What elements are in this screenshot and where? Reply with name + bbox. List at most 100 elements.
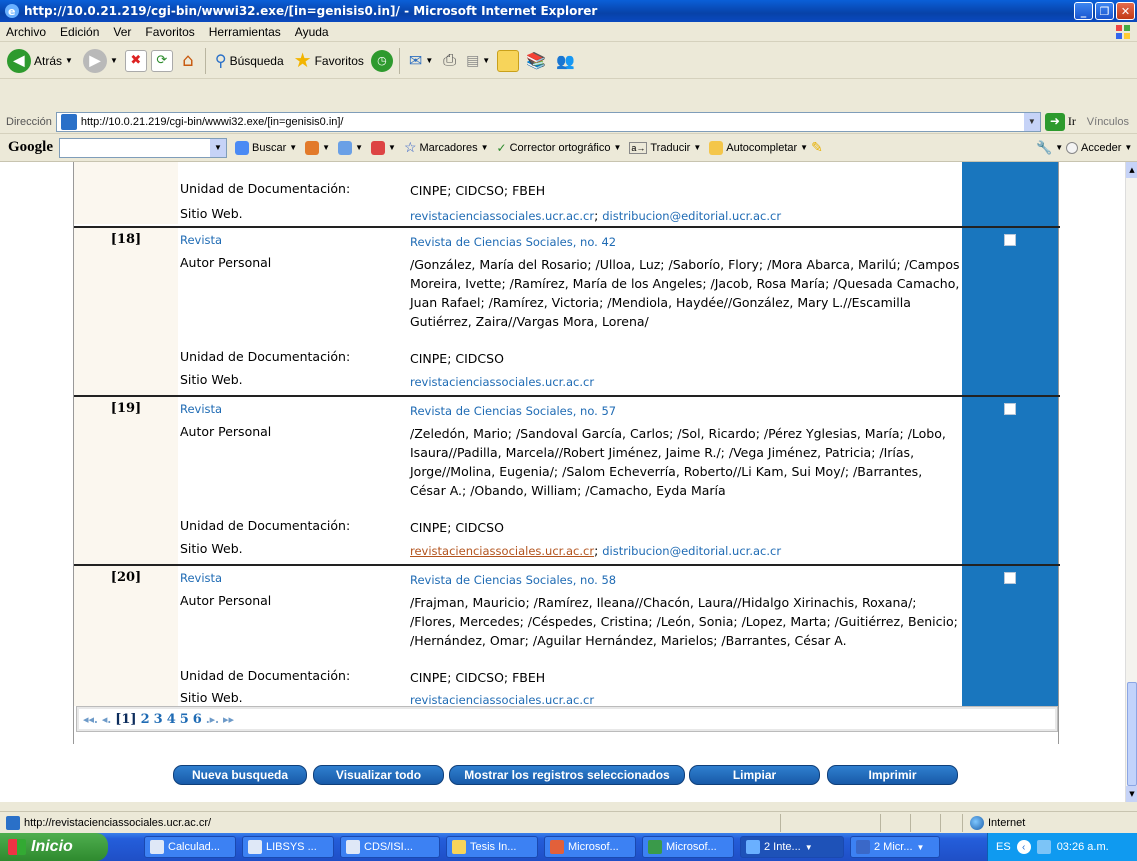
autocompletar-button[interactable]: Autocompletar ▼ ✎ [709,139,823,156]
taskbar-item[interactable]: Microsof... [544,836,636,858]
address-input[interactable]: http://10.0.21.219/cgi-bin/wwwi32.exe/[i… [55,111,1041,132]
page-link[interactable]: 6 [193,712,202,727]
email-link[interactable]: distribucion@editorial.ucr.ac.cr [602,544,781,558]
close-button[interactable]: ✕ [1116,2,1135,20]
maximize-button[interactable]: ❐ [1095,2,1114,20]
taskbar-item-label: 2 Inte... [764,841,801,853]
scroll-thumb[interactable] [1127,682,1137,786]
next-page-link[interactable]: .▸. [206,713,219,726]
stop-icon[interactable]: ✖ [124,49,147,72]
acceder-button[interactable]: Acceder ▼ [1066,141,1132,154]
powerpoint-icon [550,840,564,854]
mail-button[interactable]: ✉ ▼ [406,47,436,75]
results-frame: Unidad de Documentación: CINPE; CIDCSO; … [73,162,1060,744]
minimize-button[interactable]: _ [1074,2,1093,20]
last-page-link[interactable]: ▸▸ [223,713,234,726]
scroll-up-icon[interactable]: ▲ [1126,162,1137,178]
title-bar: e http://10.0.21.219/cgi-bin/wwwi32.exe/… [0,0,1137,22]
popup-icon [371,140,386,155]
menu-archivo[interactable]: Archivo [6,25,46,39]
wrench-icon: 🔧 [1036,139,1053,155]
menu-ver[interactable]: Ver [113,25,131,39]
messenger-button[interactable]: 👥 [553,47,578,75]
search-label: Búsqueda [229,53,284,68]
globe-icon [970,815,984,830]
address-dropdown-icon[interactable]: ▼ [1023,112,1040,131]
taskbar-item-active[interactable]: 2 Inte... ▼ [740,836,844,858]
google-plus-button[interactable]: ▼ [338,140,363,155]
google-options-button[interactable]: ▼ [305,140,330,155]
visualizar-todo-button[interactable]: Visualizar todo [313,765,444,785]
first-page-link[interactable]: ◂◂. [83,713,98,726]
network-icon[interactable] [1036,840,1051,854]
page-link[interactable]: 4 [167,712,176,727]
menu-herramientas[interactable]: Herramientas [209,25,281,39]
page-link[interactable]: 5 [180,712,189,727]
taskbar-item[interactable]: Tesis In... [446,836,538,858]
research-button[interactable]: 📚 [523,47,549,75]
back-button[interactable]: ◀ Atrás ▼ [4,47,76,75]
page-link[interactable]: 2 [141,712,150,727]
search-button[interactable]: ⚲ Búsqueda [212,47,287,75]
home-icon[interactable]: ⌂ [177,50,199,72]
marcadores-button[interactable]: ☆ Marcadores ▼ [404,139,489,156]
vertical-scrollbar[interactable]: ▲ ▼ [1125,162,1137,802]
autor-value: /González, María del Rosario; /Ulloa, Lu… [410,257,960,329]
page-link[interactable]: 3 [154,712,163,727]
tipo-value[interactable]: Revista de Ciencias Sociales, no. 42 [410,233,960,252]
taskbar-item[interactable]: LIBSYS ... [242,836,334,858]
start-button[interactable]: Inicio [0,833,108,861]
record-select-checkbox[interactable] [1004,572,1016,584]
record-19: [19] Revista Revista de Ciencias Sociale… [74,397,1016,564]
google-search-button[interactable]: Buscar ▼ [235,140,297,155]
imprimir-button[interactable]: Imprimir [827,765,958,785]
go-button[interactable]: ➜ Ir [1044,112,1076,131]
refresh-icon[interactable]: ⟳ [150,49,173,72]
email-link[interactable]: distribucion@editorial.ucr.ac.cr [602,209,781,223]
mostrar-seleccionados-button[interactable]: Mostrar los registros seleccionados [449,765,685,785]
scroll-down-icon[interactable]: ▼ [1126,786,1137,802]
status-bar: http://revistacienciassociales.ucr.ac.cr… [0,811,1137,833]
forward-button[interactable]: ▶ ▼ [80,47,121,75]
corrector-label: Corrector ortográfico [509,141,611,154]
tipo-label: Revista [180,402,223,416]
taskbar-item[interactable]: Microsof... [642,836,734,858]
traducir-button[interactable]: a→ Traducir ▼ [629,141,701,154]
menu-favoritos[interactable]: Favoritos [145,25,194,39]
word-icon [856,840,870,854]
sitio-link[interactable]: revistacienciassociales.ucr.ac.cr [410,693,594,707]
language-indicator[interactable]: ES [996,841,1011,853]
tipo-value[interactable]: Revista de Ciencias Sociales, no. 57 [410,402,960,421]
sitio-link[interactable]: revistacienciassociales.ucr.ac.cr [410,375,594,389]
folder-icon[interactable] [497,49,520,72]
favorites-button[interactable]: ★ Favoritos [291,47,367,75]
sitio-label: Sitio Web. [180,206,243,221]
record-select-checkbox[interactable] [1004,234,1016,246]
pencil-icon: ✎ [811,139,823,155]
sitio-label: Sitio Web. [180,690,243,705]
edit-button[interactable]: ▤ ▼ [463,47,493,75]
links-label[interactable]: Vínculos [1087,116,1129,128]
google-g-icon [235,140,249,155]
tray-arrow-icon[interactable]: ‹ [1016,840,1031,854]
taskbar-item[interactable]: 2 Micr... ▼ [850,836,940,858]
google-dropdown-icon[interactable]: ▼ [210,138,226,157]
sitio-link[interactable]: revistacienciassociales.ucr.ac.cr [410,544,594,558]
system-tray: ES ‹ 03:26 a.m. [987,833,1137,861]
taskbar-item[interactable]: CDS/ISI... [340,836,440,858]
history-icon[interactable]: ◷ [370,49,393,72]
menu-edicion[interactable]: Edición [60,25,99,39]
taskbar-item[interactable]: Calculad... [144,836,236,858]
google-search-input[interactable]: ▼ [59,137,227,158]
record-select-checkbox[interactable] [1004,403,1016,415]
tipo-value[interactable]: Revista de Ciencias Sociales, no. 58 [410,571,960,590]
menu-ayuda[interactable]: Ayuda [295,25,329,39]
prev-page-link[interactable]: ◂. [102,713,111,726]
corrector-button[interactable]: ✓ Corrector ortográfico ▼ [497,141,622,155]
print-button[interactable]: ⎙ [440,47,459,75]
nueva-busqueda-button[interactable]: Nueva busqueda [173,765,307,785]
wrench-button[interactable]: 🔧 ▼ [1036,140,1063,156]
popup-blocker-button[interactable]: ▼ [371,140,396,155]
limpiar-button[interactable]: Limpiar [689,765,820,785]
sitio-link[interactable]: revistacienciassociales.ucr.ac.cr [410,209,594,223]
